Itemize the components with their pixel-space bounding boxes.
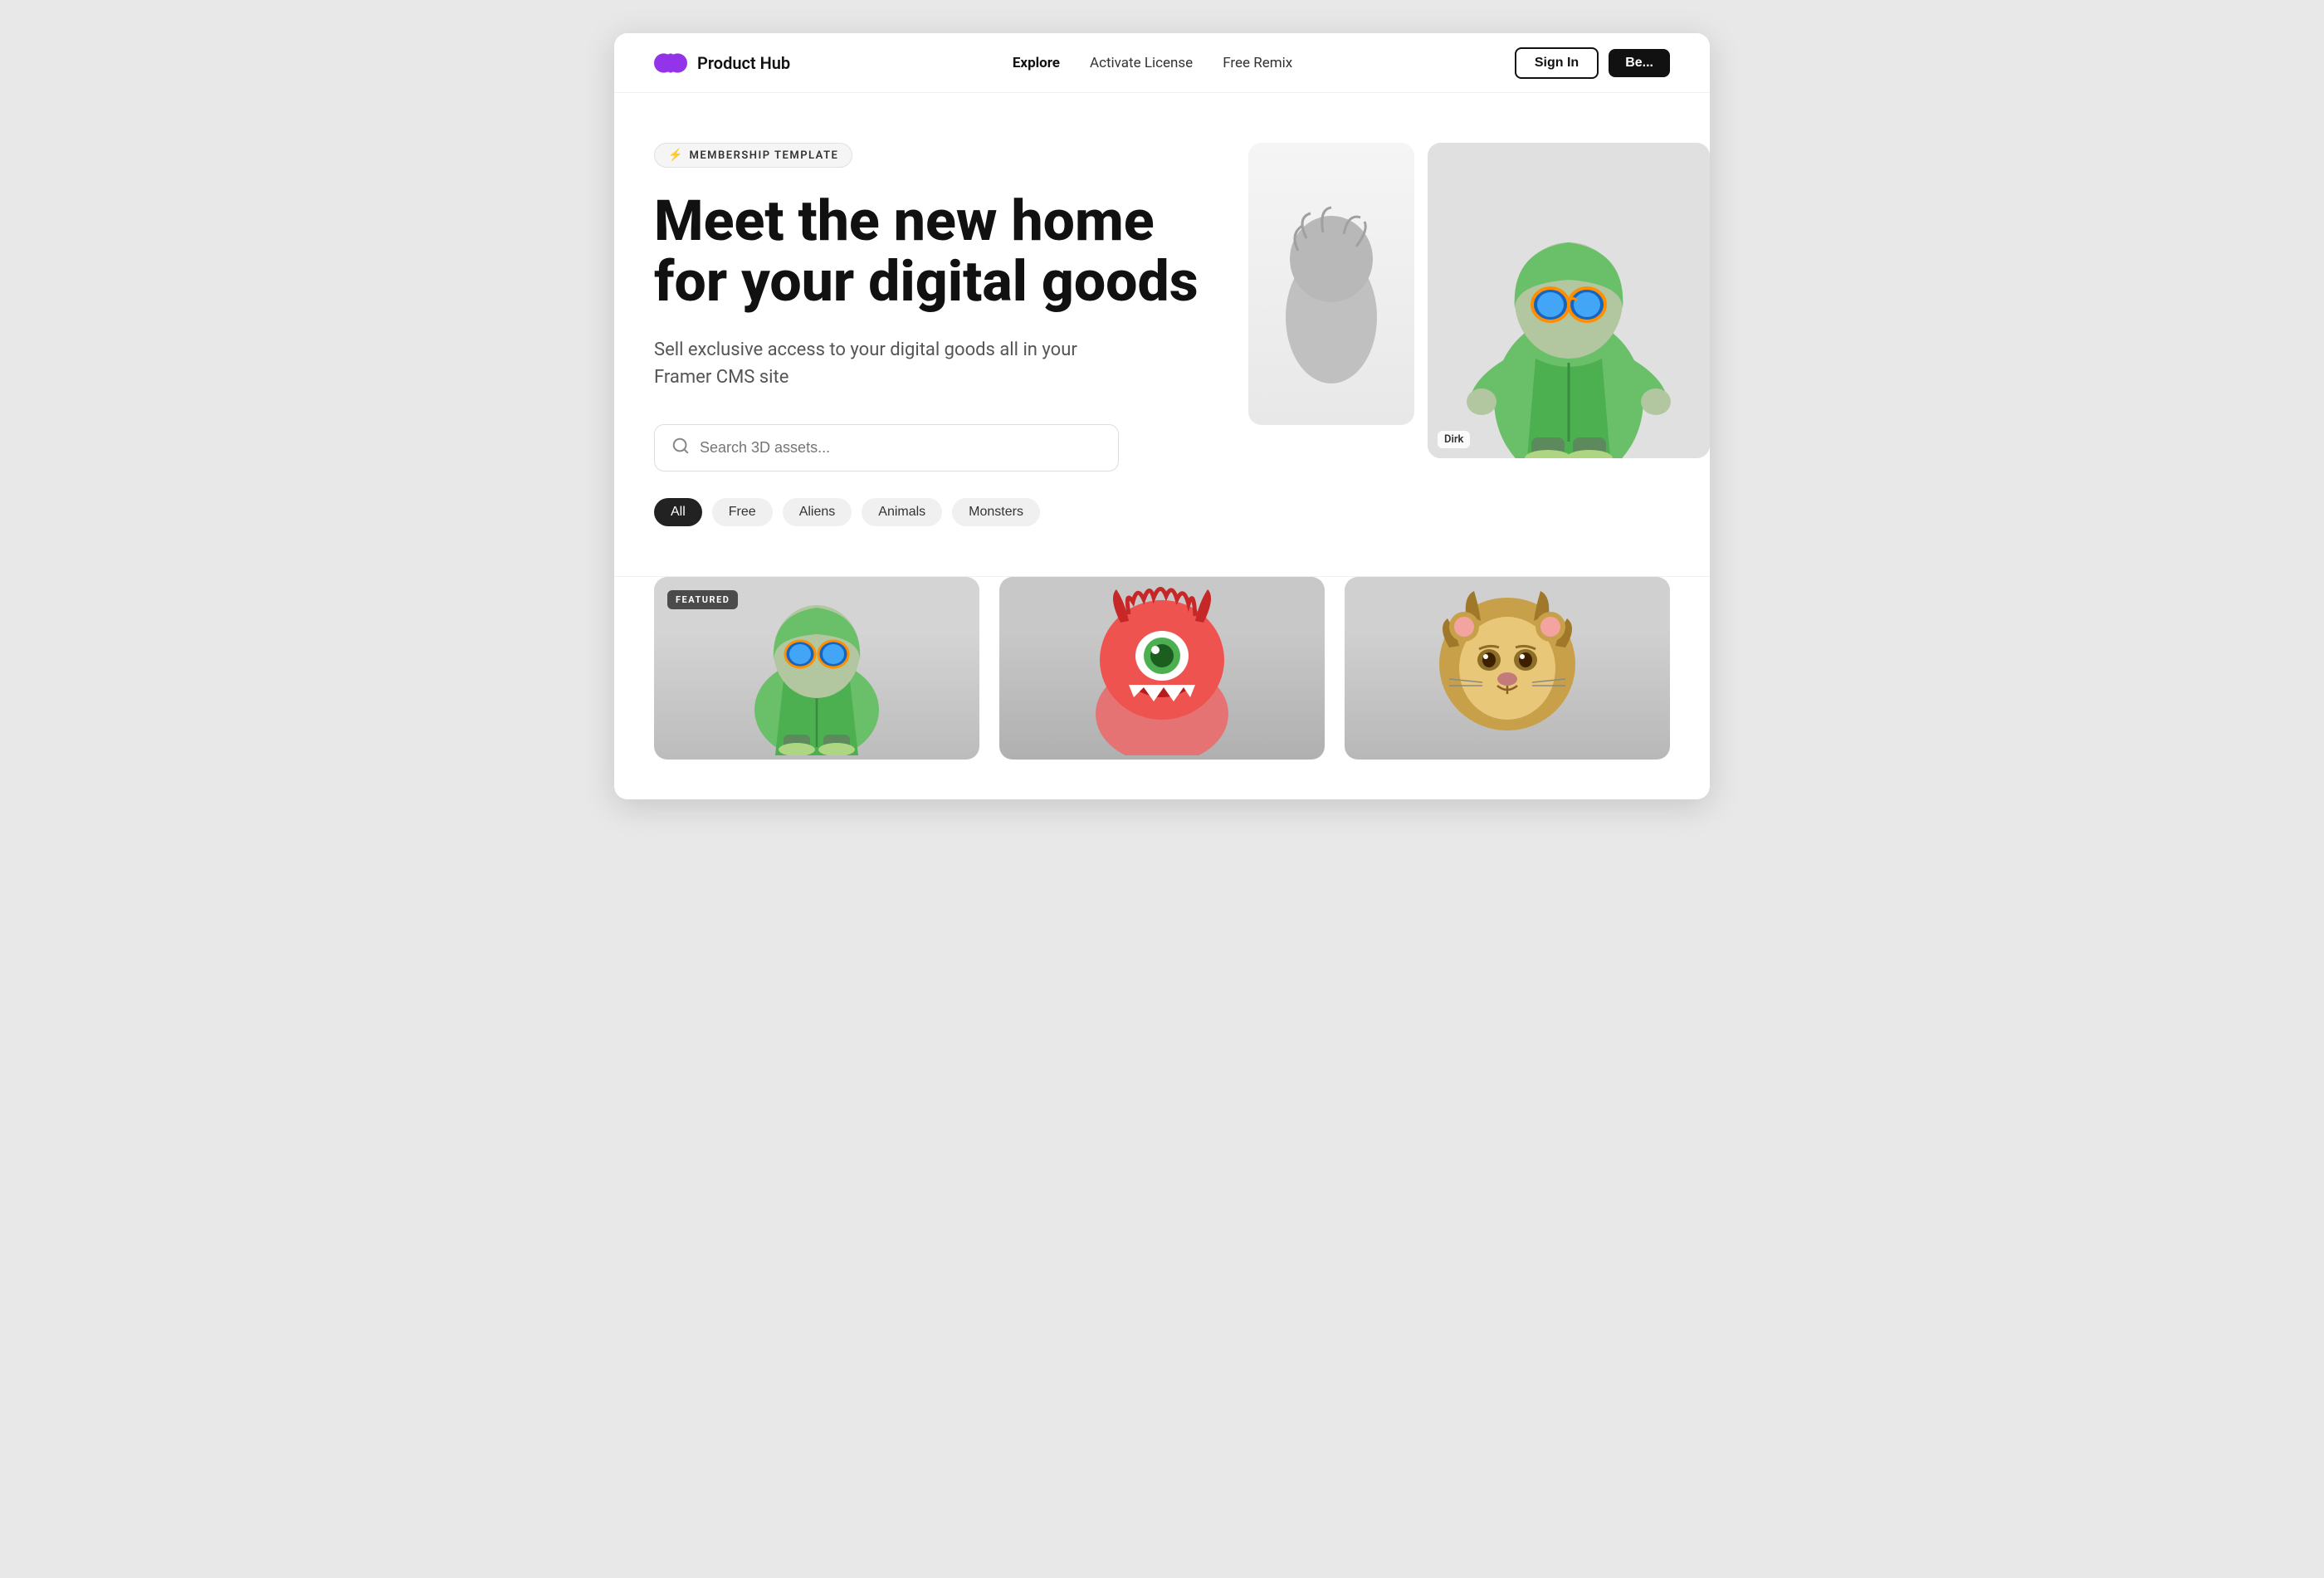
products-grid: FEATURED (654, 577, 1670, 760)
search-icon (671, 437, 690, 459)
hero-content: ⚡ MEMBERSHIP TEMPLATE Meet the new home … (654, 143, 1218, 526)
begin-button[interactable]: Be... (1609, 49, 1670, 77)
hero-card-small (1248, 143, 1414, 425)
hero-section: ⚡ MEMBERSHIP TEMPLATE Meet the new home … (614, 93, 1710, 559)
card-label: Dirk (1438, 431, 1470, 448)
product-figure-2 (999, 577, 1325, 760)
filter-all[interactable]: All (654, 498, 702, 526)
hero-images: Dirk (1248, 143, 1710, 458)
products-section: FEATURED (614, 576, 1710, 799)
brand: Product Hub (654, 53, 790, 73)
nav-activate-license[interactable]: Activate License (1090, 55, 1193, 71)
filter-aliens[interactable]: Aliens (783, 498, 852, 526)
product-card-1[interactable]: FEATURED (654, 577, 979, 760)
hero-subtitle: Sell exclusive access to your digital go… (654, 336, 1119, 391)
fluffy-figure (1248, 143, 1414, 425)
product-figure-3 (1345, 577, 1670, 760)
brand-name: Product Hub (697, 53, 790, 73)
filter-pills: All Free Aliens Animals Monsters (654, 498, 1218, 526)
badge-text: MEMBERSHIP TEMPLATE (689, 149, 838, 162)
navbar-actions: Sign In Be... (1515, 47, 1670, 79)
hero-card-large: Dirk (1428, 143, 1710, 458)
signin-button[interactable]: Sign In (1515, 47, 1599, 79)
filter-monsters[interactable]: Monsters (952, 498, 1040, 526)
filter-free[interactable]: Free (712, 498, 773, 526)
navbar-links: Explore Activate License Free Remix (1013, 55, 1292, 71)
featured-badge: FEATURED (667, 590, 738, 609)
browser-window: Product Hub Explore Activate License Fre… (614, 33, 1710, 799)
badge-icon: ⚡ (668, 149, 682, 162)
membership-badge: ⚡ MEMBERSHIP TEMPLATE (654, 143, 852, 168)
product-card-2[interactable] (999, 577, 1325, 760)
nav-free-remix[interactable]: Free Remix (1223, 55, 1292, 71)
nav-explore[interactable]: Explore (1013, 55, 1060, 71)
search-bar (654, 424, 1119, 471)
navbar: Product Hub Explore Activate License Fre… (614, 33, 1710, 93)
filter-animals[interactable]: Animals (862, 498, 942, 526)
logo-icon (654, 53, 687, 73)
hero-title: Meet the new home for your digital goods (654, 191, 1218, 313)
product-card-3[interactable] (1345, 577, 1670, 760)
search-input[interactable] (700, 439, 1101, 457)
